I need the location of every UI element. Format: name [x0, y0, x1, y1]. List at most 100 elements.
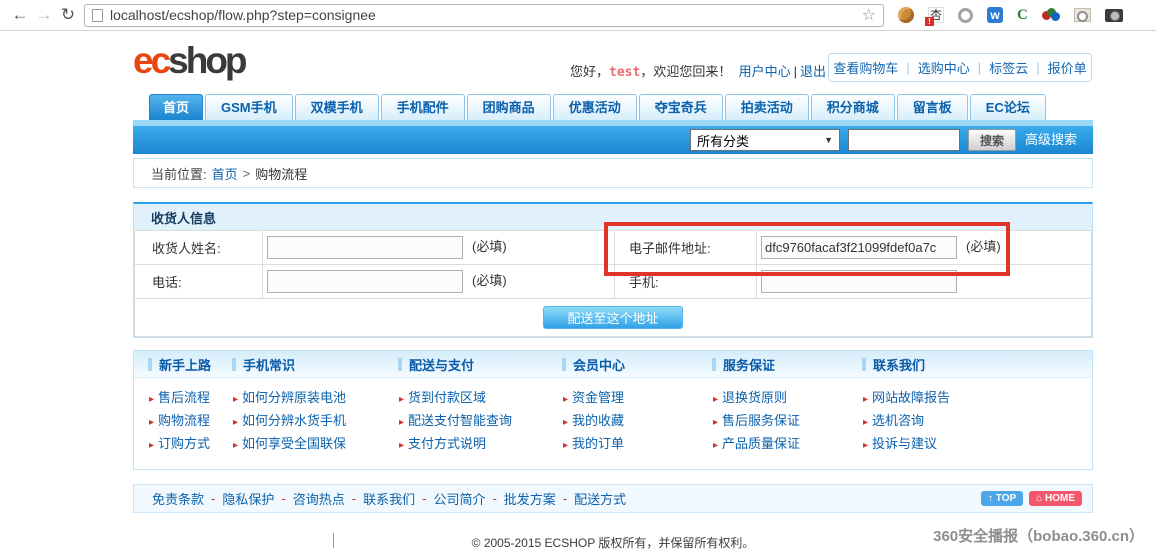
- help-link[interactable]: 退换货原则: [722, 390, 787, 405]
- footer-link-disclaimer[interactable]: 免责条款: [152, 489, 204, 508]
- consignee-name-input[interactable]: [267, 236, 463, 260]
- category-select[interactable]: 所有分类 ▼: [690, 129, 840, 151]
- chevron-down-icon: ▼: [824, 135, 833, 145]
- help-title-text: 服务保证: [723, 357, 776, 373]
- footer-link-consult[interactable]: 咨询热点: [293, 489, 345, 508]
- view-cart-link[interactable]: 查看购物车: [833, 58, 898, 77]
- help-link[interactable]: 购物流程: [158, 413, 210, 428]
- tab-promotions[interactable]: 优惠活动: [552, 94, 637, 120]
- back-icon[interactable]: ←: [8, 5, 32, 25]
- arrow-marker-icon: ▸: [149, 440, 155, 451]
- arrow-marker-icon: ▸: [149, 417, 155, 428]
- screenshot-camera-icon[interactable]: [1104, 8, 1123, 22]
- list-item: ▸ 选机咨询: [863, 410, 1092, 433]
- tab-dual-mode-phone[interactable]: 双模手机: [294, 94, 379, 120]
- advanced-search-link[interactable]: 高级搜索: [1025, 126, 1077, 154]
- ecshop-logo[interactable]: ecshop: [133, 41, 248, 81]
- people-extension-icon[interactable]: [1041, 7, 1060, 23]
- back-to-top-button[interactable]: ↑ TOP: [981, 491, 1024, 506]
- footer-separator: -: [351, 491, 357, 506]
- arrow-marker-icon: ▸: [149, 394, 155, 405]
- list-item: ▸ 退换货原则: [713, 387, 848, 410]
- help-link[interactable]: 网站故障报告: [872, 390, 950, 405]
- url-text[interactable]: localhost/ecshop/flow.php?step=consignee: [110, 7, 855, 23]
- arrow-marker-icon: ▸: [863, 394, 869, 405]
- help-link[interactable]: 产品质量保证: [722, 436, 800, 451]
- forward-icon[interactable]: →: [32, 5, 56, 25]
- help-link[interactable]: 货到付款区域: [408, 390, 486, 405]
- help-link[interactable]: 如何享受全国联保: [242, 436, 346, 451]
- user-center-link[interactable]: 用户中心: [739, 64, 791, 79]
- mobile-input[interactable]: [761, 270, 957, 293]
- consignee-form: 收货人信息 收货人姓名: (必填) 电子邮件地址: (必填) 电话: (必填) …: [133, 202, 1093, 338]
- tab-message-board[interactable]: 留言板: [896, 94, 968, 120]
- help-link[interactable]: 我的收藏: [572, 413, 624, 428]
- quotation-link[interactable]: 报价单: [1048, 58, 1087, 77]
- photo-search-extension-icon[interactable]: [1073, 8, 1091, 22]
- footer-link-contact[interactable]: 联系我们: [363, 489, 415, 508]
- search-input[interactable]: [848, 129, 960, 151]
- footer-link-privacy[interactable]: 隐私保护: [222, 489, 274, 508]
- help-column: ▸ 如何分辨原装电池 ▸ 如何分辨水货手机 ▸ 如何享受全国联保: [218, 387, 384, 456]
- help-link[interactable]: 投诉与建议: [872, 436, 937, 451]
- reload-icon[interactable]: ↻: [56, 5, 80, 25]
- consignee-name-cell: (必填): [262, 230, 615, 265]
- list-item: ▸ 配送支付智能查询: [399, 410, 548, 433]
- watermark-text: 360安全播报（bobao.360.cn）: [933, 528, 1144, 545]
- tab-gsm-phone[interactable]: GSM手机: [205, 94, 293, 120]
- help-link[interactable]: 售后服务保证: [722, 413, 800, 428]
- help-link[interactable]: 订购方式: [158, 436, 210, 451]
- logout-link[interactable]: 退出: [800, 64, 826, 79]
- help-link[interactable]: 如何分辨水货手机: [242, 413, 346, 428]
- cookie-extension-icon[interactable]: [898, 7, 914, 23]
- tab-points-mall[interactable]: 积分商城: [810, 94, 895, 120]
- list-item: ▸ 产品质量保证: [713, 433, 848, 456]
- email-input[interactable]: [761, 236, 957, 260]
- help-column-title: 服务保证: [698, 355, 848, 374]
- help-column-title: 配送与支付: [384, 355, 548, 374]
- shopping-center-link[interactable]: 选购中心: [918, 58, 970, 77]
- w-extension-icon[interactable]: w: [987, 7, 1003, 23]
- submit-row: 配送至这个地址: [134, 298, 1092, 337]
- phone-input[interactable]: [267, 270, 463, 294]
- footer-separator: -: [492, 491, 497, 506]
- table-row: 收货人姓名: (必填) 电子邮件地址: (必填): [134, 230, 1092, 265]
- list-item: ▸ 我的订单: [563, 433, 698, 456]
- tab-group-buy[interactable]: 团购商品: [466, 94, 551, 120]
- footer-link-shipping[interactable]: 配送方式: [574, 489, 626, 508]
- quick-links-box: 查看购物车 | 选购中心 | 标签云 | 报价单: [828, 53, 1092, 82]
- tab-snatch[interactable]: 夺宝奇兵: [638, 94, 723, 120]
- c-extension-icon[interactable]: C: [1017, 7, 1028, 24]
- table-row: 电话: (必填) 手机:: [134, 264, 1092, 299]
- search-button[interactable]: 搜索: [968, 129, 1016, 151]
- tag-cloud-link[interactable]: 标签云: [989, 58, 1028, 77]
- tab-phone-accessories[interactable]: 手机配件: [380, 94, 465, 120]
- help-link[interactable]: 我的订单: [572, 436, 624, 451]
- help-link[interactable]: 选机咨询: [872, 413, 924, 428]
- help-link[interactable]: 配送支付智能查询: [408, 413, 512, 428]
- list-item: ▸ 订购方式: [149, 433, 218, 456]
- quick-separator: |: [1036, 60, 1040, 75]
- help-link[interactable]: 支付方式说明: [408, 436, 486, 451]
- help-link[interactable]: 资金管理: [572, 390, 624, 405]
- site-header: ecshop 您好，test，欢迎您回来！ 用户中心 | 退出 查看购物车 | 选购中…: [0, 31, 1156, 93]
- footer-link-wholesale[interactable]: 批发方案: [504, 489, 556, 508]
- tab-auction[interactable]: 拍卖活动: [724, 94, 809, 120]
- help-header: 新手上路 手机常识 配送与支付 会员中心 服务保证 联系我们: [134, 351, 1092, 378]
- bookmark-star-icon[interactable]: ☆: [862, 5, 876, 25]
- browser-toolbar: ← → ↻ localhost/ecshop/flow.php?step=con…: [0, 0, 1156, 31]
- circle-extension-icon[interactable]: [958, 7, 973, 23]
- breadcrumb-home-link[interactable]: 首页: [212, 164, 238, 183]
- footer-link-about[interactable]: 公司简介: [433, 489, 485, 508]
- tab-home[interactable]: 首页: [149, 94, 204, 120]
- tab-ec-forum[interactable]: EC论坛: [969, 94, 1046, 120]
- home-button[interactable]: ⌂ HOME: [1029, 491, 1082, 506]
- page-icon: [92, 8, 103, 22]
- user-greeting: 您好，test，欢迎您回来！ 用户中心 | 退出: [570, 61, 826, 80]
- username: test: [609, 65, 641, 80]
- help-link[interactable]: 如何分辨原装电池: [242, 390, 346, 405]
- address-bar[interactable]: localhost/ecshop/flow.php?step=consignee…: [84, 3, 884, 27]
- ship-to-address-button[interactable]: 配送至这个地址: [543, 306, 683, 329]
- translate-extension-icon[interactable]: 杏!: [925, 7, 944, 26]
- help-link[interactable]: 售后流程: [158, 390, 210, 405]
